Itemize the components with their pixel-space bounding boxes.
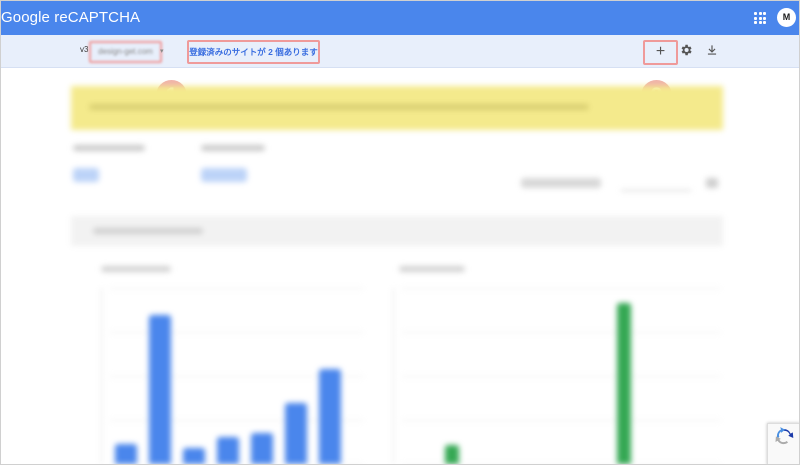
grid-line <box>109 288 364 289</box>
chart-bar <box>217 437 239 464</box>
gear-icon[interactable] <box>679 43 693 57</box>
site-toolbar: v3 design-get.com ▾ 登録済みのサイトが 2 個あります + <box>1 35 799 68</box>
registered-sites-link[interactable]: 登録済みのサイトが 2 個あります <box>187 40 320 64</box>
stat-value <box>201 168 247 182</box>
stat-value <box>73 168 99 182</box>
add-site-button[interactable]: + <box>643 40 678 65</box>
chart-panel-header <box>71 216 723 246</box>
chart-title <box>101 266 171 272</box>
version-label: v3 <box>80 45 89 54</box>
download-icon[interactable] <box>705 43 719 57</box>
chart-bar <box>149 315 171 464</box>
screenshot-frame: Google reCAPTCHA M v3 design-get.com ▾ 登… <box>0 0 800 465</box>
app-title[interactable]: Google reCAPTCHA <box>1 9 140 26</box>
site-selector[interactable]: design-get.com <box>89 41 162 63</box>
recaptcha-icon <box>775 427 794 445</box>
apps-grid-icon[interactable] <box>754 12 766 24</box>
score-chart <box>393 288 721 464</box>
notice-banner <box>71 86 723 130</box>
app-header: Google reCAPTCHA M <box>1 1 799 35</box>
blurred-dashboard <box>1 68 799 464</box>
recaptcha-badge[interactable] <box>767 423 799 464</box>
chart-bar <box>183 448 205 464</box>
expand-icon <box>706 178 718 188</box>
period-select <box>621 176 691 191</box>
date-filter <box>521 178 601 188</box>
grid-line <box>109 332 364 333</box>
chart-title <box>399 266 465 272</box>
grid-line <box>401 420 721 421</box>
chevron-down-icon[interactable]: ▾ <box>160 47 164 55</box>
y-axis <box>101 288 102 464</box>
chart-bar <box>285 403 307 464</box>
grid-line <box>401 332 721 333</box>
y-axis <box>393 288 394 464</box>
chart-bar <box>319 369 341 464</box>
grid-line <box>401 376 721 377</box>
avatar[interactable]: M <box>777 8 796 27</box>
chart-bar <box>445 445 459 464</box>
stat-label <box>73 145 145 151</box>
stat-label <box>201 145 265 151</box>
grid-line <box>401 288 721 289</box>
chart-bar <box>251 433 273 464</box>
chart-bar <box>115 444 137 464</box>
requests-chart <box>101 288 364 464</box>
chart-bar <box>617 303 631 464</box>
